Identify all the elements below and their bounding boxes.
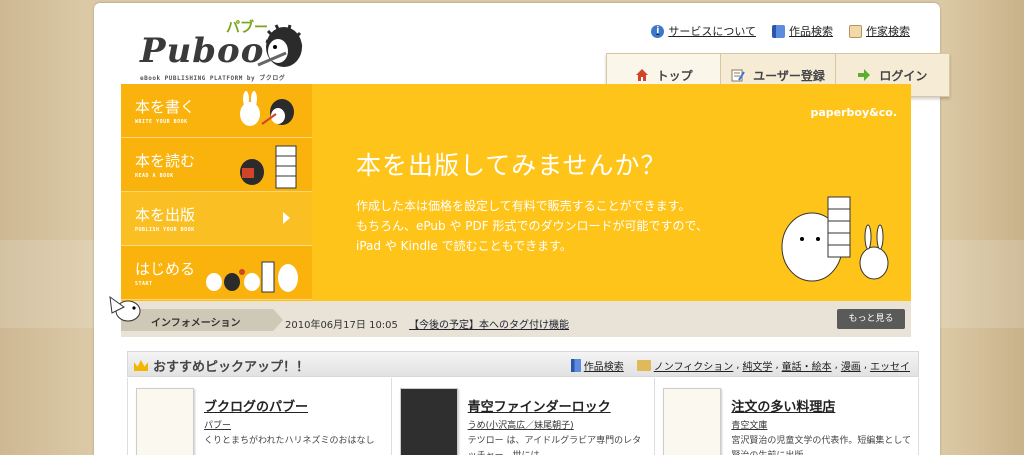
page: Puboo パブー eBook PUBLISHING PLATFORM by ブ… (94, 3, 950, 455)
register-icon (731, 69, 745, 82)
pickup-title: おすすめピックアップ！！ (134, 356, 309, 375)
hero-banner: 本を書く WRITE YOUR BOOK 本を読む READ A BOOK 本を… (121, 84, 911, 301)
sidenav-publish[interactable]: 本を出版 PUBLISH YOUR BOOK (121, 192, 312, 246)
about-service-label: サービスについて (668, 25, 756, 38)
book-description: 宮沢賢治の児童文学の代表作。短編集として賢治の生前に出版… (731, 436, 912, 455)
site-logo[interactable]: Puboo パブー eBook PUBLISHING PLATFORM by ブ… (134, 13, 314, 83)
chevron-right-icon (283, 212, 290, 224)
sidenav-start-en: START (135, 281, 153, 287)
book-icon (570, 359, 581, 372)
pickup-header: おすすめピックアップ！！ 作品検索 ノンフィクション, 純文学, 童話・絵本, … (127, 351, 919, 377)
sidenav-read-en: READ A BOOK (135, 173, 174, 179)
book-cover[interactable] (663, 388, 722, 455)
separator: , (775, 360, 779, 371)
hero-description: 作成した本は価格を設定して有料で販売することができます。 もちろん、ePub や… (356, 196, 708, 256)
hero-desc-line-1: 作成した本は価格を設定して有料で販売することができます。 (356, 199, 691, 213)
tab-top-label: トップ (656, 68, 693, 83)
separator: , (736, 360, 740, 371)
author-face-icon (849, 24, 862, 38)
sidenav-write-en: WRITE YOUR BOOK (135, 119, 188, 125)
publishing-mascots-icon (781, 196, 889, 282)
book-cover[interactable] (136, 388, 194, 455)
hedgehog-mascot-icon (257, 24, 303, 67)
sidenav-start[interactable]: はじめる START (121, 246, 312, 300)
book-title[interactable]: 注文の多い料理店 (731, 396, 835, 415)
reading-mascot-icon (240, 145, 297, 189)
category-manga-link[interactable]: 漫画 (841, 358, 861, 373)
info-news-link[interactable]: 【今後の予定】本へのタグ付け機能 (409, 316, 569, 331)
category-literature-link[interactable]: 純文学 (742, 358, 772, 373)
paperboy-logo[interactable]: paperboy&co. (810, 106, 897, 119)
book-icon (772, 24, 785, 38)
book-item: ブクログのパブー パブー くりとまちがわれたハリネズミのおはなし (128, 378, 392, 455)
sidenav-write[interactable]: 本を書く WRITE YOUR BOOK (121, 84, 312, 138)
logo-tagline: eBook PUBLISHING PLATFORM by ブクログ (140, 75, 286, 82)
start-mascots-icon (206, 261, 298, 293)
home-icon (635, 69, 648, 81)
book-item: 注文の多い料理店 青空文庫 宮沢賢治の児童文学の代表作。短編集として賢治の生前に… (655, 378, 918, 455)
information-bar: インフォメーション 2010年06月17日 10:05 【今後の予定】本へのタグ… (121, 301, 911, 337)
hero-content: paperboy&co. 本を出版してみませんか？ 作成した本は価格を設定して有… (312, 84, 911, 301)
category-essay-link[interactable]: エッセイ (870, 358, 910, 373)
sidenav-read-label: 本を読む (135, 152, 196, 170)
bird-mascot-icon (109, 295, 141, 322)
work-search-link[interactable]: 作品検索 (772, 23, 833, 39)
side-nav: 本を書く WRITE YOUR BOOK 本を読む READ A BOOK 本を… (121, 84, 312, 301)
book-author[interactable]: うめ(小沢高広／妹尾朝子) (468, 418, 574, 431)
sidenav-publish-en: PUBLISH YOUR BOOK (135, 227, 195, 233)
pickup-links: 作品検索 ノンフィクション, 純文学, 童話・絵本, 漫画, エッセイ (570, 358, 910, 373)
crown-icon (134, 360, 148, 371)
info-icon: i (651, 24, 665, 38)
author-search-link[interactable]: 作家検索 (849, 23, 910, 39)
top-links: i サービスについて 作品検索 作家検索 (651, 23, 910, 39)
work-search-label: 作品検索 (789, 25, 833, 38)
info-date: 2010年06月17日 10:05 (285, 320, 398, 331)
category-nonfiction-link[interactable]: ノンフィクション (654, 358, 734, 373)
more-button[interactable]: もっと見る (837, 309, 905, 329)
tab-login-label: ログイン (879, 68, 928, 83)
book-title[interactable]: ブクログのパブー (204, 396, 308, 415)
book-description: テツロー は、アイドルグラビア専門のレタッチャー。世には… (467, 436, 642, 455)
sidenav-start-label: はじめる (135, 260, 196, 278)
sidenav-publish-label: 本を出版 (135, 206, 196, 224)
logo-text: Puboo (140, 31, 265, 71)
book-title[interactable]: 青空ファインダーロック (468, 396, 611, 415)
writing-mascot-icon (240, 91, 294, 126)
pickup-books: ブクログのパブー パブー くりとまちがわれたハリネズミのおはなし 青空ファインダ… (127, 378, 919, 455)
book-author[interactable]: パブー (204, 418, 231, 431)
book-item: 青空ファインダーロック うめ(小沢高広／妹尾朝子) テツロー は、アイドルグラビ… (392, 378, 656, 455)
hero-title: 本を出版してみませんか？ (356, 151, 667, 180)
tab-register-label: ユーザー登録 (753, 68, 825, 83)
category-picturebook-link[interactable]: 童話・絵本 (782, 358, 832, 373)
separator: , (834, 360, 838, 371)
login-arrow-icon (858, 69, 871, 81)
folder-icon (636, 360, 651, 371)
author-search-label: 作家検索 (866, 25, 910, 38)
about-service-link[interactable]: i サービスについて (651, 23, 756, 39)
hero-desc-line-2: もちろん、ePub や PDF 形式でのダウンロードが可能ですので、 (356, 219, 708, 233)
pickup-title-text: おすすめピックアップ！！ (153, 360, 310, 375)
hero-desc-line-3: iPad や Kindle で読むこともできます。 (356, 239, 572, 253)
book-cover[interactable] (399, 388, 458, 455)
book-author[interactable]: 青空文庫 (731, 418, 767, 431)
sidenav-write-label: 本を書く (135, 98, 196, 116)
separator: , (863, 360, 867, 371)
sidenav-read[interactable]: 本を読む READ A BOOK (121, 138, 312, 192)
pickup-search-link[interactable]: 作品検索 (584, 358, 624, 373)
book-description: くりとまちがわれたハリネズミのおはなし (204, 436, 375, 446)
